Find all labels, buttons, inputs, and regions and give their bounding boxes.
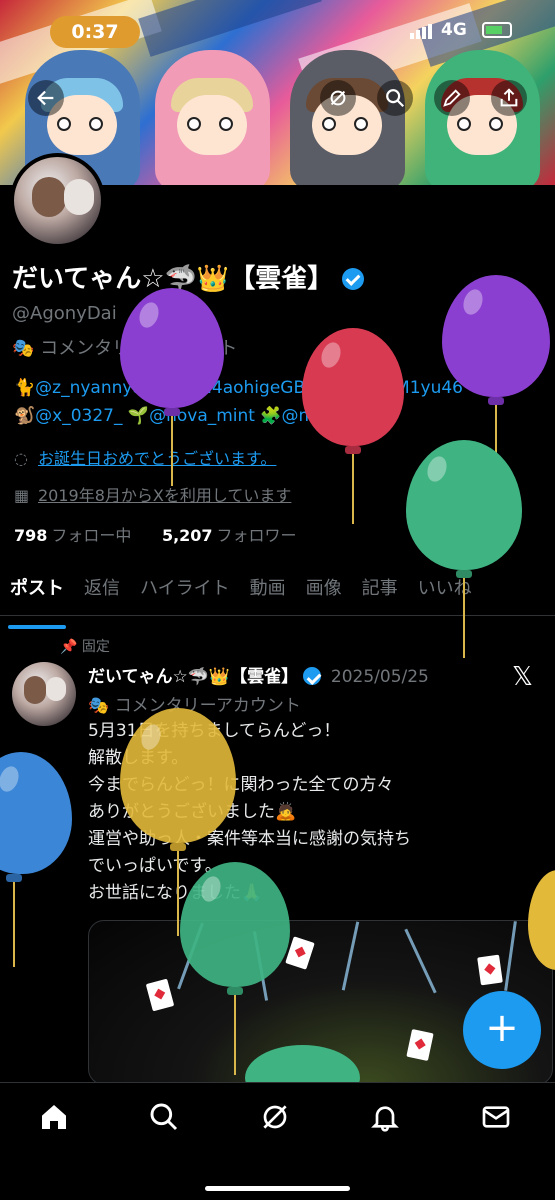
grok-icon[interactable] xyxy=(259,1101,295,1137)
balloon-icon: ◌ xyxy=(14,449,28,468)
joined-text: 2019年8月からXを利用しています xyxy=(38,486,292,505)
search-icon[interactable] xyxy=(148,1101,184,1137)
banner-character-green xyxy=(425,50,540,185)
monkey-emoji: 🐒 xyxy=(14,406,36,426)
tweet-date[interactable]: 2025/05/25 xyxy=(331,667,429,687)
tab-replies[interactable]: 返信 xyxy=(74,562,130,615)
bottom-nav xyxy=(0,1082,555,1200)
puzzle-emoji: 🧩 xyxy=(260,406,282,426)
profile-handle: @AgonyDai xyxy=(12,303,117,324)
profile-name: だいてゃん☆🦈👑【雲雀】 xyxy=(12,258,365,295)
home-indicator xyxy=(205,1186,350,1191)
calendar-icon: ▦ xyxy=(14,486,30,505)
cat-emoji: 🐈 xyxy=(14,378,36,398)
status-time: 0:37 xyxy=(50,16,140,48)
tab-highlights[interactable]: ハイライト xyxy=(130,562,240,615)
banner-character-pink xyxy=(155,50,270,185)
followers-link[interactable]: 5,207 フォロワー xyxy=(162,526,297,545)
share-icon[interactable] xyxy=(491,80,527,116)
birthday-text: お誕生日おめでとうございます。 xyxy=(38,449,277,468)
edit-icon[interactable] xyxy=(434,80,470,116)
tab-photos[interactable]: 画像 xyxy=(296,562,352,615)
grok-icon[interactable] xyxy=(320,80,356,116)
profile-tabs: ポスト 返信 ハイライト 動画 画像 記事 いいね xyxy=(0,562,555,629)
compose-button[interactable]: + xyxy=(463,991,541,1069)
follow-counts: 798 フォロー中 5,207 フォロワー xyxy=(14,522,297,546)
verified-badge-icon[interactable] xyxy=(342,268,365,290)
pin-icon: 📌 xyxy=(60,639,78,655)
tab-posts[interactable]: ポスト xyxy=(0,562,74,629)
x-logo-icon: 𝕏 xyxy=(512,662,533,692)
back-arrow-icon[interactable] xyxy=(28,80,64,116)
notifications-icon[interactable] xyxy=(369,1101,405,1137)
tab-videos[interactable]: 動画 xyxy=(240,562,296,615)
messages-icon[interactable] xyxy=(480,1101,516,1137)
bio-line-2: 🐒@x_0327_ 🌱@nova_mint 🧩@mck_47 xyxy=(14,402,544,430)
network-label: 4G xyxy=(441,20,467,40)
battery-icon xyxy=(482,22,512,38)
banner-character-gray xyxy=(290,50,405,185)
verified-badge-icon xyxy=(303,667,322,685)
signal-icon xyxy=(410,24,432,39)
tab-articles[interactable]: 記事 xyxy=(352,562,408,615)
following-link[interactable]: 798 フォロー中 xyxy=(14,526,131,545)
tweet-author-name[interactable]: だいてゃん☆🦈👑【雲雀】 xyxy=(88,667,298,687)
pinned-label: 📌 固定 xyxy=(60,639,110,655)
tweet-avatar[interactable] xyxy=(12,662,76,726)
search-icon[interactable] xyxy=(377,80,413,116)
joined-date: ▦ 2019年8月からXを利用しています xyxy=(14,482,291,506)
mention-link[interactable]: @x_0327_ xyxy=(35,406,122,426)
seedling-emoji: 🌱 xyxy=(127,406,150,426)
profile-avatar[interactable] xyxy=(10,153,105,248)
home-icon[interactable] xyxy=(38,1101,74,1137)
status-bar: 0:37 4G xyxy=(0,14,555,48)
tweet-header: だいてゃん☆🦈👑【雲雀】 2025/05/25 xyxy=(88,662,429,687)
birthday-link[interactable]: ◌ お誕生日おめでとうございます。 xyxy=(14,445,276,469)
